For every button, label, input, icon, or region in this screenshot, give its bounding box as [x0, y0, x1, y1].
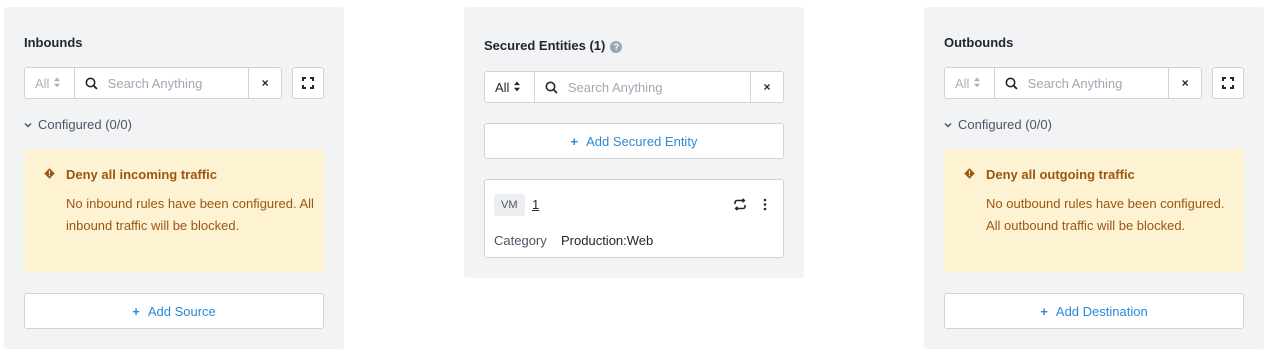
inbounds-expand-button[interactable]	[292, 67, 324, 99]
entities-search-input[interactable]: Search Anything	[535, 72, 752, 102]
inbounds-configured-toggle[interactable]: Configured (0/0)	[24, 117, 132, 132]
add-source-label: Add Source	[147, 303, 216, 319]
outbounds-clear-button[interactable]: ×	[1169, 68, 1201, 98]
inbounds-filter-value: All	[35, 75, 50, 91]
add-secured-entity-label: Add Secured Entity	[586, 133, 698, 149]
outbounds-search-box: All Search Anything ×	[944, 67, 1202, 99]
entities-search-row: All Search Anything ×	[484, 71, 784, 103]
entity-card: VM 1 Category Production:Web	[484, 179, 784, 258]
outbounds-warning: Deny all outgoing traffic No outbound ru…	[944, 149, 1244, 272]
warning-icon	[44, 168, 55, 179]
outbounds-warning-body: No outbound rules have been configured. …	[986, 196, 1225, 233]
outbounds-configured-toggle[interactable]: Configured (0/0)	[944, 117, 1052, 132]
inbounds-warning-body: No inbound rules have been configured. A…	[66, 196, 314, 233]
entities-filter-select[interactable]: All	[485, 72, 535, 102]
inbounds-search-box: All Search Anything ×	[24, 67, 282, 99]
help-icon[interactable]: ?	[610, 41, 623, 53]
inbounds-search-placeholder: Search Anything	[107, 75, 203, 91]
outbounds-panel: Outbounds All Search Anything × Configur…	[924, 7, 1264, 349]
plus-icon: +	[570, 133, 579, 149]
category-label: Category	[494, 233, 547, 248]
plus-icon: +	[1040, 303, 1048, 319]
inbounds-clear-button[interactable]: ×	[249, 68, 281, 98]
expand-icon	[1222, 77, 1234, 89]
outbounds-search-row: All Search Anything ×	[944, 67, 1244, 99]
sort-arrows-icon	[54, 76, 61, 89]
add-destination-label: Add Destination	[1055, 303, 1148, 319]
entities-clear-button[interactable]: ×	[751, 72, 783, 102]
secured-entities-title: Secured Entities (1)?	[484, 38, 623, 53]
vm-count-link[interactable]: 1	[532, 197, 539, 212]
inbounds-filter-select[interactable]: All	[25, 68, 75, 98]
chevron-down-icon	[944, 122, 952, 128]
warning-icon	[964, 168, 975, 179]
search-icon	[85, 77, 98, 90]
search-icon	[545, 81, 558, 94]
vm-type-badge: VM	[494, 194, 525, 216]
more-options-icon[interactable]	[763, 198, 767, 211]
inbounds-title: Inbounds	[24, 35, 83, 50]
outbounds-filter-value: All	[955, 75, 970, 91]
entities-filter-value: All	[495, 79, 510, 95]
entities-search-box: All Search Anything ×	[484, 71, 784, 103]
add-source-button[interactable]: + Add Source	[24, 293, 324, 329]
add-destination-button[interactable]: + Add Destination	[944, 293, 1244, 329]
chevron-down-icon	[24, 122, 32, 128]
outbounds-filter-select[interactable]: All	[945, 68, 995, 98]
sort-arrows-icon	[974, 76, 981, 89]
outbounds-search-placeholder: Search Anything	[1027, 75, 1123, 91]
entities-search-placeholder: Search Anything	[567, 79, 663, 95]
sort-arrows-icon	[514, 80, 521, 93]
secured-entities-title-text: Secured Entities (1)	[484, 38, 606, 53]
add-secured-entity-button[interactable]: + Add Secured Entity	[484, 123, 784, 159]
secured-entities-panel: Secured Entities (1)? All Search Anythin…	[464, 7, 804, 278]
outbounds-expand-button[interactable]	[1212, 67, 1244, 99]
expand-icon	[302, 77, 314, 89]
inbounds-search-input[interactable]: Search Anything	[75, 68, 250, 98]
outbounds-search-input[interactable]: Search Anything	[995, 68, 1170, 98]
outbounds-title: Outbounds	[944, 35, 1014, 50]
inbounds-panel: Inbounds All Search Anything × Configure…	[4, 7, 344, 349]
plus-icon: +	[132, 303, 140, 319]
inbounds-warning: Deny all incoming traffic No inbound rul…	[24, 149, 324, 272]
search-icon	[1005, 77, 1018, 90]
outbounds-configured-label: Configured (0/0)	[958, 117, 1052, 132]
outbounds-warning-title: Deny all outgoing traffic	[986, 167, 1135, 182]
category-value: Production:Web	[561, 233, 654, 248]
inbounds-search-row: All Search Anything ×	[24, 67, 324, 99]
inbounds-configured-label: Configured (0/0)	[38, 117, 132, 132]
inbounds-warning-title: Deny all incoming traffic	[66, 167, 217, 182]
refresh-icon[interactable]	[733, 198, 747, 211]
